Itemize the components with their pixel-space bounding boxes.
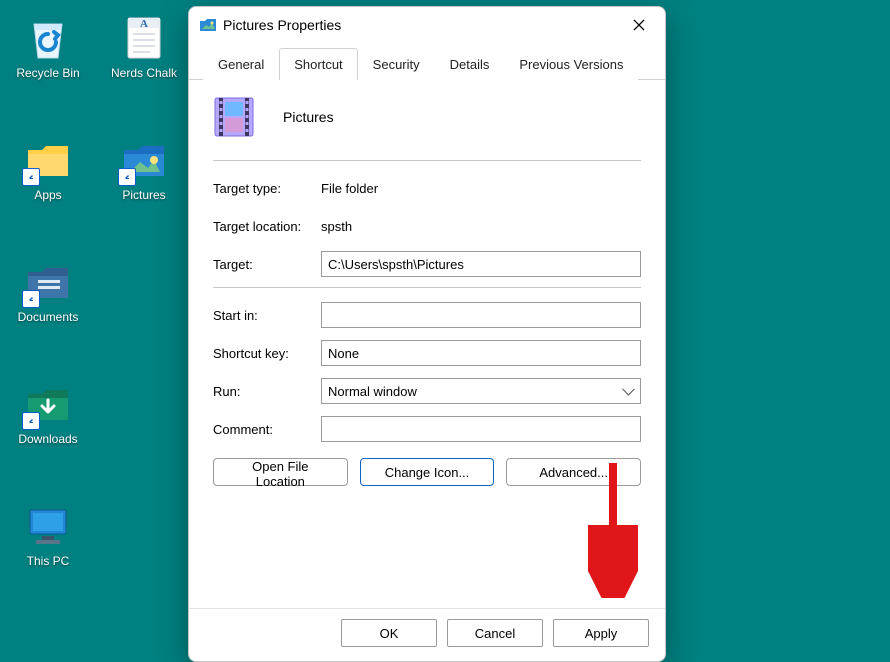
document-icon: A: [120, 14, 168, 62]
shortcut-target-icon: [213, 96, 255, 138]
icon-label: Recycle Bin: [8, 66, 88, 80]
shortcut-key-label: Shortcut key:: [213, 346, 321, 361]
target-type-value: File folder: [321, 181, 378, 196]
properties-dialog: Pictures Properties General Shortcut Sec…: [188, 6, 666, 662]
desktop-icon-downloads[interactable]: Downloads: [8, 380, 88, 446]
titlebar[interactable]: Pictures Properties: [189, 7, 665, 41]
icon-label: Nerds Chalk: [104, 66, 184, 80]
change-icon-button[interactable]: Change Icon...: [360, 458, 495, 486]
run-select[interactable]: Normal window: [321, 378, 641, 404]
target-label: Target:: [213, 257, 321, 272]
shortcut-key-input[interactable]: [321, 340, 641, 366]
dialog-footer: OK Cancel Apply: [189, 608, 665, 661]
tab-details[interactable]: Details: [435, 48, 505, 80]
shortcut-arrow-icon: [22, 412, 40, 430]
apply-button[interactable]: Apply: [553, 619, 649, 647]
target-input[interactable]: [321, 251, 641, 277]
tab-strip: General Shortcut Security Details Previo…: [189, 47, 665, 80]
shortcut-panel: Pictures Target type: File folder Target…: [189, 80, 665, 498]
desktop-icon-pictures[interactable]: Pictures: [104, 136, 184, 202]
svg-text:A: A: [140, 18, 148, 30]
icon-label: Pictures: [104, 188, 184, 202]
desktop-icon-this-pc[interactable]: This PC: [8, 502, 88, 568]
recycle-bin-icon: [24, 14, 72, 62]
dialog-title: Pictures Properties: [223, 17, 623, 33]
shortcut-name: Pictures: [283, 109, 334, 125]
desktop-icon-recycle-bin[interactable]: Recycle Bin: [8, 14, 88, 80]
computer-icon: [24, 502, 72, 550]
start-in-input[interactable]: [321, 302, 641, 328]
start-in-label: Start in:: [213, 308, 321, 323]
target-type-label: Target type:: [213, 181, 321, 196]
target-location-label: Target location:: [213, 219, 321, 234]
comment-input[interactable]: [321, 416, 641, 442]
desktop-icon-nerds-chalk[interactable]: A Nerds Chalk: [104, 14, 184, 80]
divider: [213, 160, 641, 161]
close-button[interactable]: [623, 11, 655, 39]
icon-label: Downloads: [8, 432, 88, 446]
ok-button[interactable]: OK: [341, 619, 437, 647]
pictures-folder-icon: [120, 136, 168, 184]
shortcut-arrow-icon: [22, 290, 40, 308]
pictures-folder-icon: [199, 16, 217, 34]
tab-security[interactable]: Security: [358, 48, 435, 80]
tab-shortcut[interactable]: Shortcut: [279, 48, 357, 80]
cancel-button[interactable]: Cancel: [447, 619, 543, 647]
advanced-button[interactable]: Advanced...: [506, 458, 641, 486]
close-icon: [633, 19, 645, 31]
desktop-icon-apps[interactable]: Apps: [8, 136, 88, 202]
icon-label: This PC: [8, 554, 88, 568]
shortcut-arrow-icon: [118, 168, 136, 186]
target-location-value: spsth: [321, 219, 352, 234]
icon-label: Documents: [8, 310, 88, 324]
open-file-location-button[interactable]: Open File Location: [213, 458, 348, 486]
shortcut-arrow-icon: [22, 168, 40, 186]
downloads-folder-icon: [24, 380, 72, 428]
run-label: Run:: [213, 384, 321, 399]
documents-folder-icon: [24, 258, 72, 306]
icon-label: Apps: [8, 188, 88, 202]
divider: [213, 287, 641, 288]
folder-icon: [24, 136, 72, 184]
tab-general[interactable]: General: [203, 48, 279, 80]
desktop-icon-documents[interactable]: Documents: [8, 258, 88, 324]
comment-label: Comment:: [213, 422, 321, 437]
tab-previous-versions[interactable]: Previous Versions: [504, 48, 638, 80]
